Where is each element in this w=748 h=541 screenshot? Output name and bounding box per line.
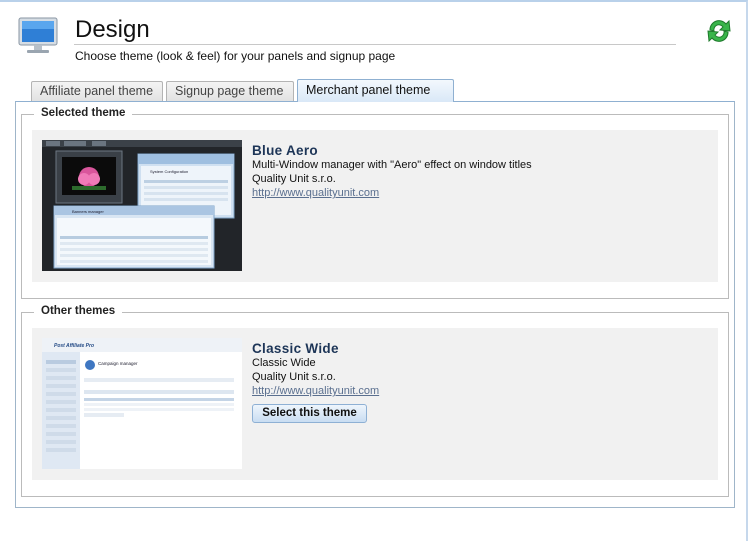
tab-merchant-panel-theme[interactable]: Merchant panel theme — [297, 79, 454, 102]
other-theme-card: Post Affiliate Pro Campaign manager Clas… — [32, 328, 718, 480]
other-theme-name: Classic Wide — [252, 341, 339, 356]
selected-theme-name: Blue Aero — [252, 143, 318, 158]
other-theme-author: Quality Unit s.r.o. — [252, 371, 336, 383]
blue-aero-thumbnail: System Configuration Banners manager — [42, 140, 242, 271]
selected-theme-link[interactable]: http://www.qualityunit.com — [252, 187, 379, 199]
title-divider — [74, 44, 676, 45]
tab-signup-page-theme[interactable]: Signup page theme — [166, 81, 294, 101]
page-title: Design — [75, 16, 150, 43]
select-theme-button[interactable]: Select this theme — [252, 404, 367, 423]
thumb-campaign-text: Campaign manager — [98, 361, 138, 366]
selected-theme-description: Multi-Window manager with "Aero" effect … — [252, 159, 532, 171]
refresh-icon[interactable] — [704, 16, 734, 46]
other-theme-description: Classic Wide — [252, 357, 316, 369]
tab-affiliate-panel-theme[interactable]: Affiliate panel theme — [31, 81, 163, 101]
other-theme-link[interactable]: http://www.qualityunit.com — [252, 385, 379, 397]
selected-theme-legend: Selected theme — [34, 107, 133, 119]
thumb-logo-text: Post Affiliate Pro — [54, 343, 94, 349]
classic-wide-thumbnail: Post Affiliate Pro Campaign manager — [42, 338, 242, 469]
page-subtitle: Choose theme (look & feel) for your pane… — [75, 49, 396, 63]
other-themes-legend: Other themes — [34, 305, 123, 317]
thumb-subtitle-text: Banners manager — [72, 209, 104, 214]
monitor-icon — [17, 15, 59, 57]
selected-theme-card: System Configuration Banners manager Blu… — [32, 130, 718, 282]
thumb-title-text: System Configuration — [150, 169, 188, 174]
selected-theme-author: Quality Unit s.r.o. — [252, 173, 336, 185]
